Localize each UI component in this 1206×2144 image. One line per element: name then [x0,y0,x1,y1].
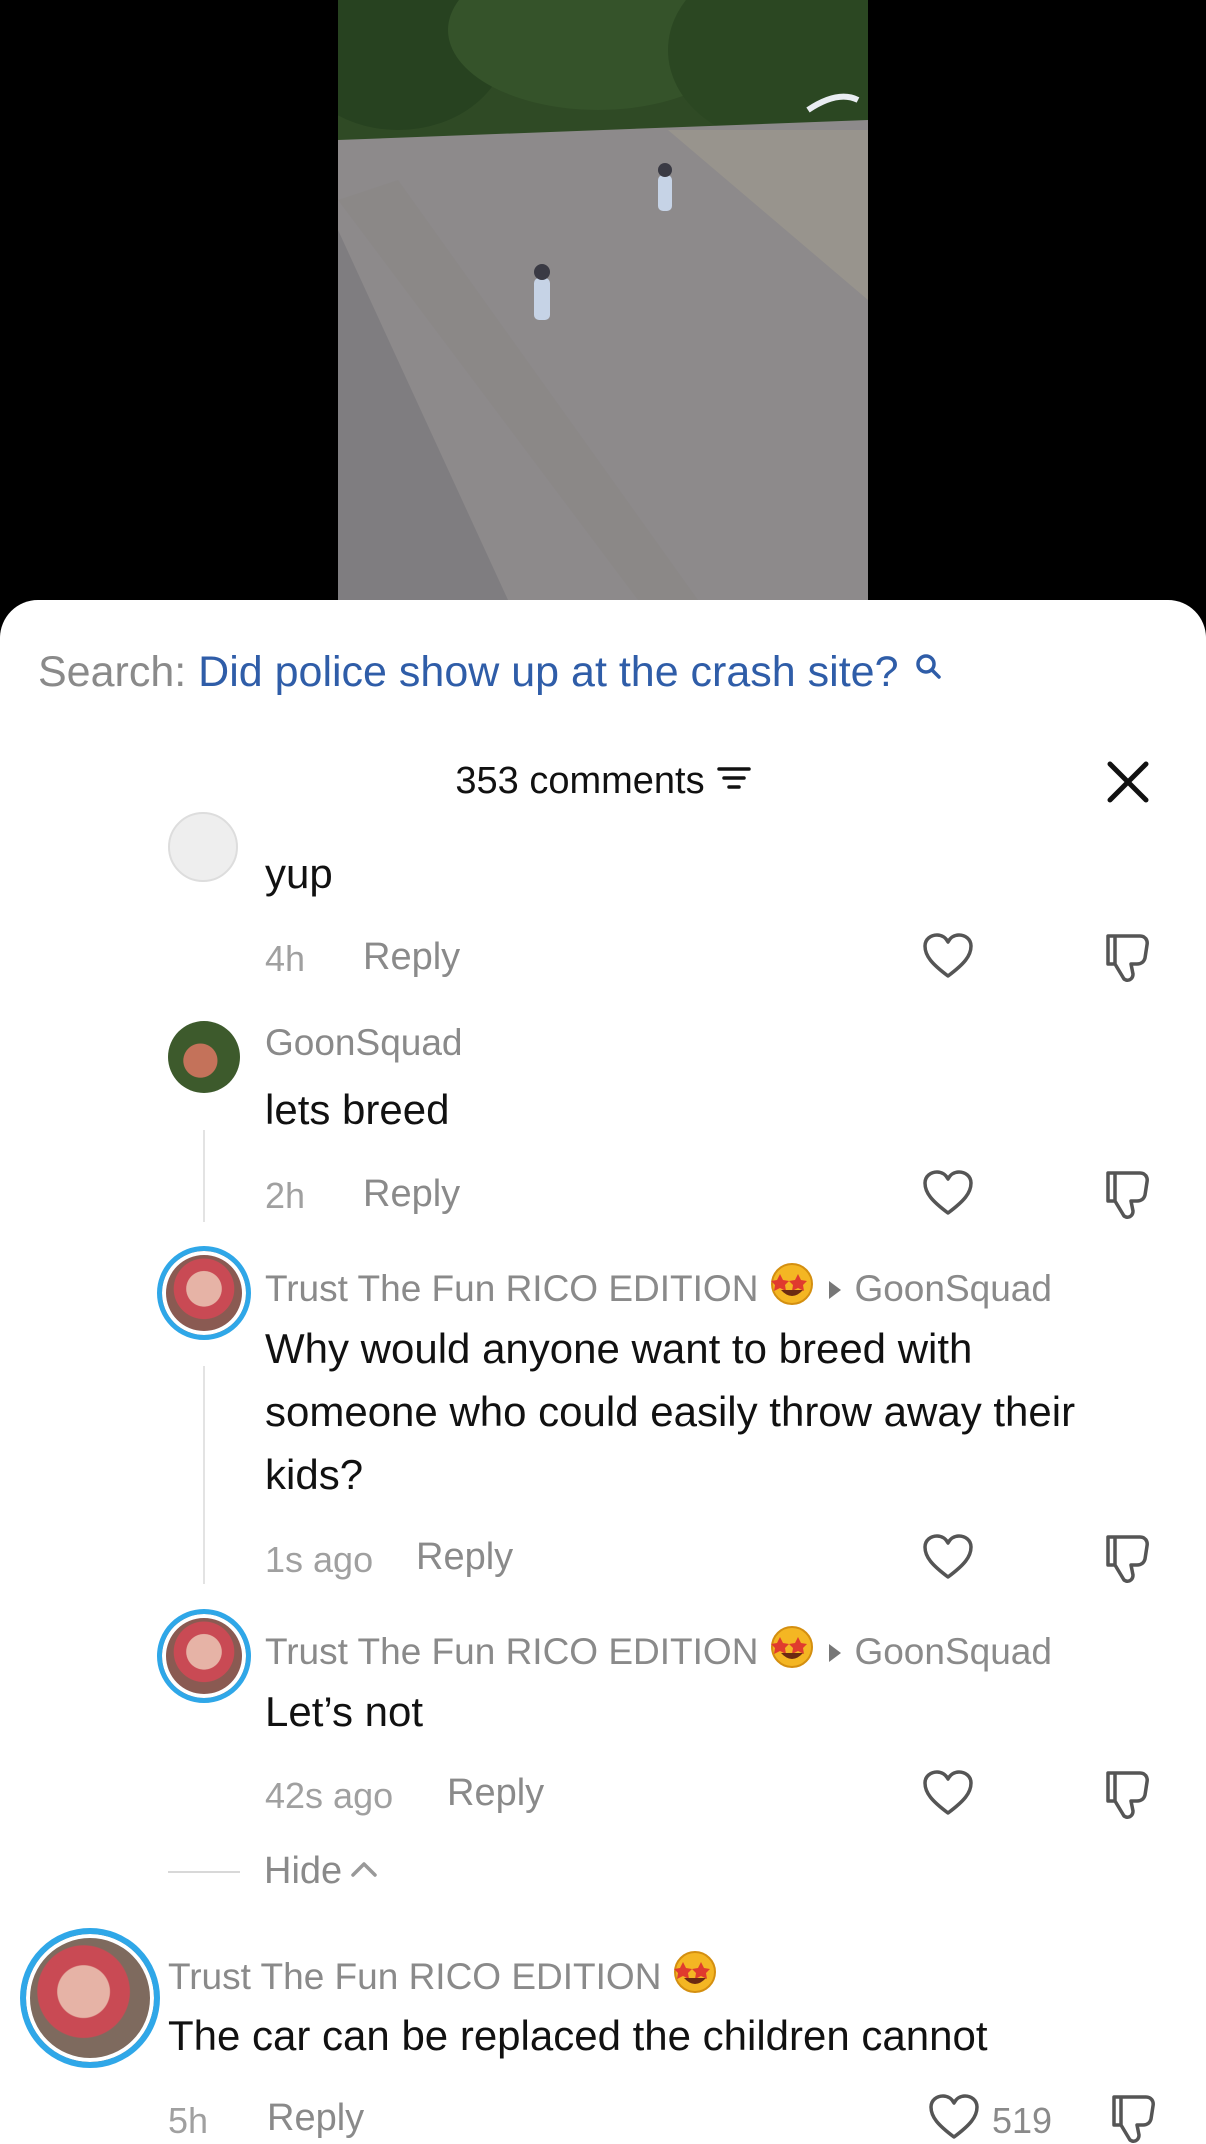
comment-username[interactable]: Trust The Fun RICO EDITION GoonSquad [265,1623,1052,1680]
reply-button[interactable]: Reply [363,936,460,979]
thumbs-down-icon[interactable] [1102,1169,1154,1226]
heart-icon[interactable] [922,1169,974,1222]
comment-text: The car can be replaced the children can… [168,2012,988,2059]
reply-to[interactable]: GoonSquad [826,1631,1052,1673]
comments-sheet: Search: Did police show up at the crash … [0,600,1206,2144]
comment-username[interactable]: GoonSquad [265,1022,463,1064]
comments-header: 353 comments [0,760,1206,803]
thumbs-down-icon[interactable] [1102,1533,1154,1590]
reply-button[interactable]: Reply [363,1173,460,1216]
video-player[interactable] [0,0,1206,620]
comment-text: Why would anyone want to breed with some… [265,1325,1076,1498]
reply-button[interactable]: Reply [416,1536,513,1579]
thread-line [203,1130,205,1222]
heart-icon[interactable] [928,2093,980,2144]
search-label: Search: [38,648,187,696]
star-struck-emoji [671,1948,719,2005]
thumbs-down-icon[interactable] [1108,2093,1160,2144]
hide-label[interactable]: Hide [264,1850,342,1893]
comments-count-title: 353 comments [455,760,705,802]
chevron-up-icon [350,1859,378,1884]
video-frame [338,0,868,600]
star-struck-emoji [768,1260,816,1317]
comment-time: 2h [265,1175,306,1216]
avatar[interactable] [157,1246,251,1340]
search-suggestion[interactable]: Search: Did police show up at the crash … [38,648,942,697]
hide-replies-button[interactable]: Hide [168,1850,378,1893]
comment-time: 5h [168,2100,209,2141]
heart-icon[interactable] [922,1769,974,1822]
avatar[interactable] [168,1021,240,1093]
thread-line [203,1366,205,1584]
filter-icon[interactable] [716,760,751,803]
comment-time: 1s ago [265,1539,374,1580]
caret-right-icon [826,1631,844,1673]
comment-text: Let’s not [265,1688,424,1735]
avatar[interactable] [168,812,238,882]
search-query-link[interactable]: Did police show up at the crash site? [198,648,898,696]
caret-right-icon [826,1268,844,1310]
comment-username[interactable]: Trust The Fun RICO EDITION GoonSquad [265,1260,1052,1317]
reply-button[interactable]: Reply [447,1772,544,1815]
heart-icon[interactable] [922,1533,974,1586]
avatar[interactable] [157,1609,251,1703]
hide-divider [168,1870,240,1873]
comment-text: yup [265,842,1125,905]
like-count: 519 [992,2100,1053,2141]
comment-text: lets breed [265,1086,450,1133]
close-button[interactable] [1104,758,1152,806]
comment-time: 4h [265,938,306,979]
heart-icon[interactable] [922,932,974,985]
avatar[interactable] [20,1928,160,2068]
reply-to[interactable]: GoonSquad [826,1268,1052,1310]
close-icon [1107,761,1149,803]
reply-button[interactable]: Reply [267,2097,364,2140]
star-struck-emoji [768,1623,816,1680]
comment-time: 42s ago [265,1775,394,1816]
thumbs-down-icon[interactable] [1102,1769,1154,1826]
search-icon [914,644,942,693]
thumbs-down-icon[interactable] [1102,932,1154,989]
comment-username[interactable]: Trust The Fun RICO EDITION [168,1948,719,2005]
